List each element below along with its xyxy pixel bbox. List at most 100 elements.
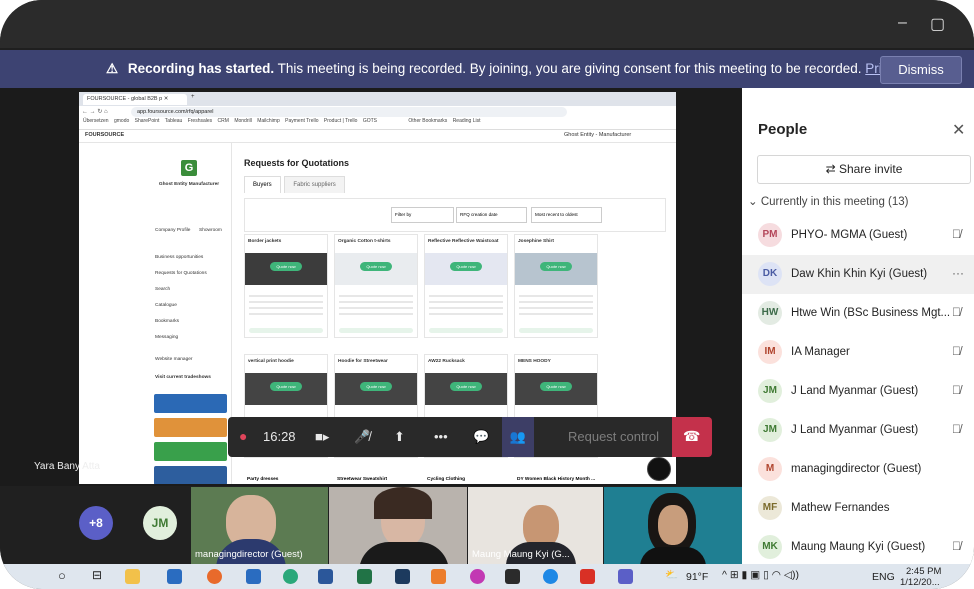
request-control-button[interactable]: Request control	[568, 429, 659, 444]
sidebar-item: Showroom	[199, 228, 222, 233]
participant-row[interactable]: JM J Land Myanmar (Guest) 🎙̸	[742, 411, 974, 450]
sidebar-item: Search	[155, 287, 171, 292]
filter-bar: Filter by RFQ creation date Most recent …	[244, 198, 666, 232]
recording-banner: ⚠ Recording has started. This meeting is…	[0, 50, 974, 88]
video-tile[interactable]	[329, 487, 467, 564]
word-icon[interactable]	[318, 569, 333, 584]
weather-temp: 91°F	[686, 571, 709, 583]
avatar: MK	[758, 535, 782, 559]
sidebar-item: Business opportunities	[155, 255, 204, 260]
quote-button: Quote now	[540, 382, 572, 391]
chat-icon[interactable]: 💬	[473, 429, 489, 445]
people-icon[interactable]: 👥	[502, 417, 534, 457]
participant-name: managingdirector (Guest)	[791, 463, 922, 475]
meeting-controls: ● 16:28 ■▸ 🎤̸ ⬆ ••• 💬 👥 Request control …	[228, 417, 712, 457]
browser-tab: FOURSOURCE - global B2B p ✕	[83, 94, 187, 105]
video-tile[interactable]: Maung Maung Kyi (G...	[468, 487, 603, 564]
participant-row[interactable]: HW Htwe Win (BSc Business Mgt... 🎙̸	[742, 294, 974, 333]
rfq-card: Organic Cotton t-shirts Quote now	[334, 234, 418, 338]
file-explorer-icon[interactable]	[125, 569, 140, 584]
app-icon[interactable]	[431, 569, 446, 584]
card-title: Party dresses	[247, 477, 279, 482]
telegram-icon[interactable]	[543, 569, 558, 584]
phone-hangup-icon: ☎	[683, 428, 701, 444]
participant-name: Maung Maung Kyi (Guest)	[791, 541, 926, 553]
bookmark: Reading List	[452, 118, 481, 124]
mic-off-icon: 🎙̸	[952, 539, 961, 553]
bookmark: Tableau	[164, 118, 183, 124]
app-icon[interactable]	[470, 569, 485, 584]
video-tile[interactable]: managingdirector (Guest)	[191, 487, 328, 564]
app-topbar: FOURSOURCE Ghost Entity - Manufacturer	[79, 129, 676, 143]
sidebar-item: Requests for Quotations	[155, 271, 207, 276]
participant-name: Daw Khin Khin Kyi (Guest)	[791, 268, 928, 280]
recording-dot-icon: ●	[239, 428, 248, 444]
language-indicator[interactable]: ENG	[872, 571, 895, 583]
participant-row[interactable]: M managingdirector (Guest)	[742, 450, 974, 489]
photoshop-icon[interactable]	[395, 569, 410, 584]
task-view-icon[interactable]: ⊟	[92, 568, 102, 582]
calendar-app-icon[interactable]	[167, 569, 182, 584]
card-title: Cycling Clothing	[427, 477, 466, 482]
hang-up-button[interactable]: ☎	[672, 417, 712, 457]
dismiss-button[interactable]: Dismiss	[880, 56, 962, 84]
firefox-icon[interactable]	[207, 569, 222, 584]
teams-icon[interactable]	[618, 569, 633, 584]
edge-icon[interactable]	[283, 569, 298, 584]
maximize-icon[interactable]: ▢	[930, 14, 945, 34]
bookmark: SharePoint	[134, 118, 160, 124]
card-title: Streetwear Sweatshirt	[337, 477, 388, 482]
more-options-icon[interactable]: ···	[952, 266, 964, 280]
bookmark: CRM	[217, 118, 229, 124]
overflow-participants[interactable]: +8	[79, 506, 113, 540]
video-tile[interactable]	[604, 487, 742, 564]
participant-row[interactable]: IM IA Manager 🎙̸	[742, 333, 974, 372]
chevron-down-icon: ⌄	[748, 196, 761, 208]
participant-row[interactable]: PM PHYO- MGMA (Guest) 🎙̸	[742, 216, 974, 255]
order-select: Most recent to oldest	[531, 207, 602, 223]
participant-row[interactable]: MF Mathew Fernandes	[742, 489, 974, 528]
avatar: IM	[758, 340, 782, 364]
mail-icon[interactable]	[246, 569, 261, 584]
search-icon[interactable]: ○	[58, 568, 66, 583]
account-label: Ghost Entity - Manufacturer	[564, 132, 632, 138]
participant-row[interactable]: JM J Land Myanmar (Guest) 🎙̸	[742, 372, 974, 411]
bookmark: gmodo	[113, 118, 130, 124]
tradeshow-banner	[154, 442, 227, 461]
participant-avatar[interactable]: JM	[143, 506, 177, 540]
tray-icons[interactable]: ^ ⊞ ▮ ▣ ▯ ◠ ◁))	[722, 569, 799, 581]
participant-name: PHYO- MGMA (Guest)	[791, 229, 908, 241]
participant-name: Htwe Win (BSc Business Mgt...	[791, 307, 951, 319]
participant-row[interactable]: MK Maung Maung Kyi (Guest) 🎙̸	[742, 528, 974, 567]
bookmark: Mondrill	[234, 118, 252, 124]
meeting-timer: 16:28	[263, 429, 296, 444]
excel-icon[interactable]	[357, 569, 372, 584]
camera-icon[interactable]: ■▸	[315, 429, 329, 445]
participants-section[interactable]: ⌄ Currently in this meeting (13)	[748, 194, 909, 208]
video-tile-label: Maung Maung Kyi (G...	[472, 549, 570, 560]
chat-bubble-icon[interactable]	[647, 457, 671, 481]
sidebar-item: Catalogue	[155, 303, 177, 308]
tradeshow-banner	[154, 394, 227, 413]
pdf-reader-icon[interactable]	[580, 569, 595, 584]
more-options-icon[interactable]: •••	[434, 429, 448, 444]
sidebar-item: Company Profile	[155, 228, 191, 233]
card-title: vertical print hoodie	[248, 359, 294, 364]
browser-tab-strip: FOURSOURCE - global B2B p ✕ +	[79, 92, 676, 106]
clock-time[interactable]: 2:45 PM	[906, 566, 941, 577]
mic-off-icon: 🎙̸	[952, 383, 961, 397]
clock-date[interactable]: 1/12/20...	[900, 577, 940, 588]
participant-row[interactable]: DK Daw Khin Khin Kyi (Guest) ···	[742, 255, 974, 294]
avatar: M	[758, 457, 782, 481]
mic-off-icon[interactable]: 🎤̸	[354, 429, 370, 445]
sidebar-item: Visit current tradeshows	[155, 375, 211, 380]
quote-button: Quote now	[450, 262, 482, 271]
notes-icon[interactable]	[505, 569, 520, 584]
browser-address: app.foursource.com/rfq/apparel	[131, 107, 567, 117]
minimize-icon[interactable]: –	[898, 14, 907, 32]
close-icon[interactable]: ✕	[952, 120, 965, 140]
share-screen-icon[interactable]: ⬆	[394, 429, 405, 445]
card-title: AW22 Rucksack	[428, 359, 465, 364]
share-invite-button[interactable]: ⇄ Share invite	[757, 155, 971, 184]
avatar: DK	[758, 262, 782, 286]
